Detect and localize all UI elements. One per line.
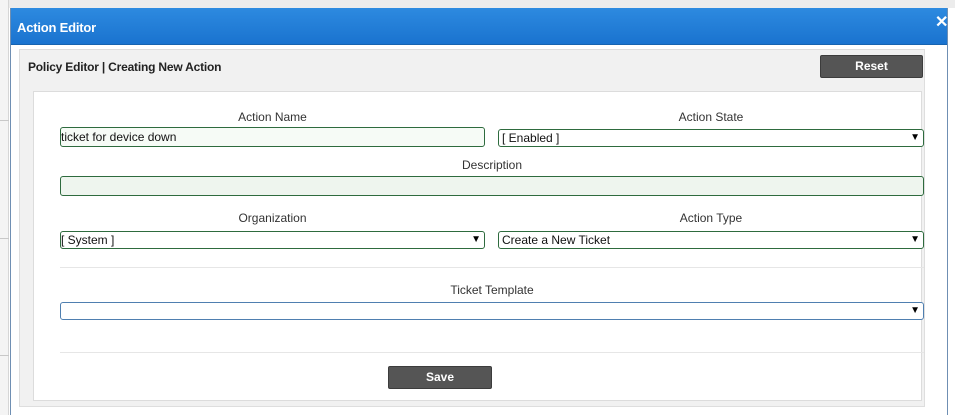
action-name-field[interactable]: ticket for device down [60, 127, 485, 147]
ticket-template-label: Ticket Template [450, 283, 534, 297]
chevron-down-icon: ▼ [910, 234, 920, 245]
page-background-top [0, 0, 955, 8]
action-type-select[interactable]: Create a New Ticket ▼ [498, 231, 924, 249]
organization-label: Organization [238, 211, 307, 225]
description-field[interactable] [60, 176, 924, 196]
panel-heading: Policy Editor | Creating New Action [28, 60, 222, 74]
description-label: Description [461, 158, 523, 172]
close-icon[interactable]: ✕ [935, 15, 948, 31]
ticket-template-select[interactable]: ▼ [60, 302, 924, 320]
organization-value: [ System ] [61, 233, 115, 247]
dialog-titlebar[interactable]: Action Editor ✕ [11, 8, 948, 45]
action-state-select[interactable]: [ Enabled ] ▼ [498, 129, 924, 147]
chevron-down-icon: ▼ [910, 132, 920, 143]
form-divider [60, 267, 924, 268]
background-line [0, 355, 9, 356]
background-line [0, 120, 9, 121]
form-divider [60, 352, 924, 353]
page-background-left [0, 0, 9, 415]
action-type-value: Create a New Ticket [502, 233, 611, 247]
action-type-label: Action Type [679, 211, 743, 225]
reset-button[interactable]: Reset [820, 55, 923, 78]
save-button[interactable]: Save [388, 366, 492, 389]
organization-select[interactable]: [ System ] ▼ [60, 231, 485, 249]
action-state-label: Action State [678, 110, 744, 124]
action-name-label: Action Name [238, 110, 307, 124]
action-state-value: [ Enabled ] [502, 131, 560, 145]
chevron-down-icon: ▼ [471, 234, 481, 245]
dialog-title: Action Editor [17, 20, 97, 35]
chevron-down-icon: ▼ [910, 305, 920, 316]
background-line [0, 238, 9, 239]
